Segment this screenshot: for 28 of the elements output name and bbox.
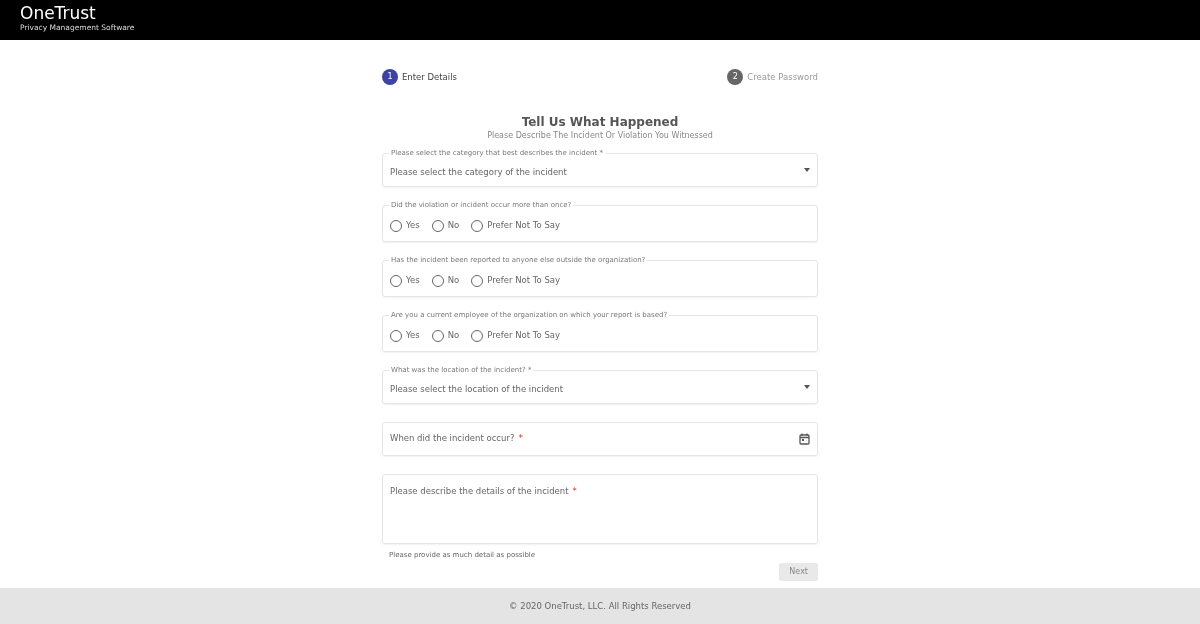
textarea-placeholder: Please describe the details of the incident <box>390 485 569 498</box>
step-number: 2 <box>727 69 744 85</box>
caret-icon <box>804 384 810 390</box>
form-subtitle: Please Describe The Incident Or Violation You Witnessed <box>486 130 714 141</box>
date-placeholder: When did the incident occur? <box>390 432 515 446</box>
textarea-field[interactable]: Please describe the details of the incident * <box>382 474 818 544</box>
radio-option[interactable]: No <box>431 215 460 232</box>
required-mark: * <box>518 432 523 446</box>
radio-option[interactable]: Prefer Not To Say <box>471 325 561 342</box>
step-label: Enter Details <box>402 70 457 84</box>
radio-option[interactable]: Prefer Not To Say <box>471 270 561 287</box>
form-title: Tell Us What Happened <box>520 114 680 130</box>
radio-option[interactable]: No <box>431 270 460 287</box>
copyright-text: © 2020 OneTrust, LLC. All Rights Reserved <box>509 599 691 613</box>
select-placeholder: Please select the location of the incident <box>390 382 563 396</box>
radio-option[interactable]: Yes <box>390 215 420 232</box>
calendar-icon <box>799 433 810 445</box>
step-label: Create Password <box>747 70 818 84</box>
date-field[interactable]: When did the incident occur? * <box>382 422 818 456</box>
select-placeholder: Please select the category of the incident <box>390 165 567 179</box>
caret-icon <box>804 167 810 173</box>
radio-option[interactable]: Yes <box>390 270 420 287</box>
radio-option[interactable]: Yes <box>390 325 420 342</box>
required-mark: * <box>572 485 577 498</box>
radio-option[interactable]: Prefer Not To Say <box>471 215 561 232</box>
logo: OneTrust <box>20 4 97 23</box>
radio-option[interactable]: No <box>431 325 460 342</box>
step-number: 1 <box>382 69 398 85</box>
